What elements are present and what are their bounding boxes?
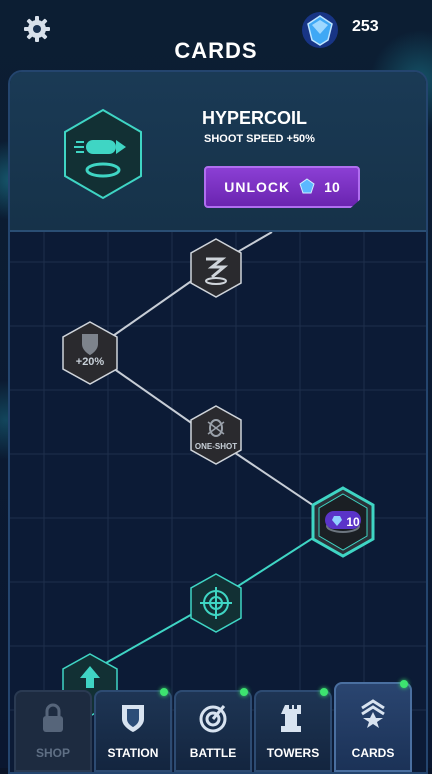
top-bar: 253 CARDS xyxy=(0,0,432,63)
nav-tab-shop[interactable]: SHOP xyxy=(14,690,92,772)
nav-tab-station[interactable]: STATION xyxy=(94,688,172,772)
unlock-button[interactable]: UNLOCK 10 xyxy=(204,166,360,208)
tree-node-selected-cost: 10 xyxy=(346,515,360,529)
tree-node-one-shot-label: ONE-SHOT xyxy=(194,442,238,451)
tree-node-shield-label: +20% xyxy=(75,356,105,368)
gem-icon xyxy=(299,178,315,194)
unlock-cost: 10 xyxy=(324,179,340,195)
nav-tab-cards[interactable]: CARDS xyxy=(334,680,412,772)
nav-label-towers: TOWERS xyxy=(266,746,320,760)
card-icon-hypercoil xyxy=(64,108,142,200)
tree-node-shield[interactable]: +20% xyxy=(60,320,120,386)
nav-label-battle: BATTLE xyxy=(189,746,237,760)
gem-count: 253 xyxy=(352,18,379,35)
tower-icon xyxy=(281,705,301,732)
page-title: CARDS xyxy=(174,38,258,63)
card-description: SHOOT SPEED +50% xyxy=(204,133,315,145)
notification-dot xyxy=(160,688,168,696)
notification-dot xyxy=(320,688,328,696)
nav-tab-battle[interactable]: BATTLE xyxy=(174,688,252,772)
tree-node-target[interactable] xyxy=(188,572,244,634)
nav-label-cards: CARDS xyxy=(351,746,395,760)
target-icon xyxy=(199,705,227,733)
cards-panel: HYPERCOIL SHOOT SPEED +50% UNLOCK 10 +20… xyxy=(8,70,428,774)
speed-coil-icon xyxy=(190,238,242,298)
notification-dot xyxy=(400,680,408,688)
cards-icon xyxy=(361,699,385,728)
lock-icon xyxy=(43,703,63,732)
card-name: HYPERCOIL xyxy=(202,108,308,128)
card-detail: HYPERCOIL SHOOT SPEED +50% UNLOCK 10 xyxy=(10,72,426,232)
nav-label-station: STATION xyxy=(107,746,159,760)
tree-node-selected[interactable]: 10 xyxy=(310,486,376,558)
target-icon xyxy=(190,573,242,633)
tree-node-one-shot[interactable]: ONE-SHOT xyxy=(188,404,244,466)
unlock-label: UNLOCK xyxy=(224,179,291,195)
shield-icon xyxy=(122,705,144,732)
nav-tab-towers[interactable]: TOWERS xyxy=(254,688,332,772)
bug-icon xyxy=(190,405,242,465)
tree-node-speed[interactable] xyxy=(188,237,244,299)
bottom-nav: SHOP STATION BATTLE TOWERS CARDS xyxy=(0,680,432,772)
nav-label-shop: SHOP xyxy=(35,746,70,760)
notification-dot xyxy=(240,688,248,696)
shield-icon xyxy=(62,321,118,385)
